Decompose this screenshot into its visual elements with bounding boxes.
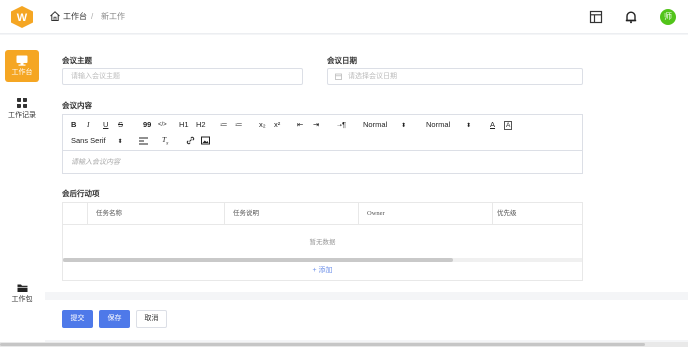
svg-text:W: W	[17, 12, 28, 24]
empty-state-text: 暂无数据	[309, 239, 336, 246]
bullet-list-button[interactable]: ≔	[235, 120, 243, 130]
clear-format-icon[interactable]: Tx	[162, 135, 168, 150]
align-icon[interactable]	[139, 137, 148, 145]
column-header-task-name: 任务名称	[87, 203, 224, 225]
background-color-button[interactable]: A	[504, 121, 513, 130]
underline-button[interactable]: U	[103, 120, 108, 130]
editor-toolbar: B I U S 99 </> H1 H2 ≔ ≔ x₂ x² ⇤ ⇥ ➝¶ No…	[63, 115, 582, 151]
calendar-icon	[335, 73, 342, 80]
editor-placeholder: 请输入会议内容	[71, 159, 120, 166]
header1-button[interactable]: H1	[179, 120, 189, 130]
outdent-button[interactable]: ⇤	[297, 120, 303, 130]
topic-label: 会议主题	[62, 56, 92, 65]
cancel-button[interactable]: 取消	[136, 310, 167, 328]
italic-button[interactable]: I	[87, 120, 90, 130]
subscript-button[interactable]: x₂	[259, 120, 266, 130]
link-icon[interactable]	[186, 136, 195, 145]
grid-icon	[17, 98, 27, 108]
column-header-task-desc: 任务说明	[224, 203, 358, 225]
sidebar-item-workbench[interactable]: 工作台	[5, 50, 39, 82]
top-bar: W 工作台 / 新工作 师	[0, 0, 688, 34]
table-scrollbar[interactable]	[63, 258, 582, 262]
column-header-priority: 优先级	[492, 203, 582, 225]
header-select[interactable]: Normal ⬍	[363, 120, 406, 131]
actions-label: 会后行动项	[62, 189, 100, 198]
add-row-button[interactable]: + 添加	[63, 265, 582, 275]
layout-icon[interactable]	[589, 10, 603, 24]
strike-button[interactable]: S	[118, 120, 123, 130]
code-block-button[interactable]: </>	[158, 120, 167, 130]
sidebar-item-label: 工作包	[11, 296, 33, 303]
form-footer: 提交 保存 取消	[45, 300, 688, 340]
page-scrollbar[interactable]	[0, 342, 688, 347]
scrollbar-thumb[interactable]	[0, 343, 645, 346]
home-icon[interactable]	[49, 10, 61, 22]
size-select[interactable]: Normal ⬍	[426, 120, 471, 131]
text-direction-button[interactable]: ➝¶	[337, 120, 346, 131]
avatar[interactable]: 师	[660, 9, 676, 25]
sidebar-item-work-package[interactable]: 工作包	[5, 278, 39, 310]
sidebar-item-work-log[interactable]: 工作记录	[4, 92, 40, 124]
breadcrumb-separator: /	[91, 12, 94, 21]
breadcrumb-current: 新工作	[101, 12, 125, 21]
date-picker[interactable]: 请选择会议日期	[327, 68, 583, 85]
date-placeholder: 请选择会议日期	[348, 73, 397, 80]
save-button[interactable]: 保存	[99, 310, 130, 328]
blockquote-button[interactable]: 99	[143, 120, 151, 130]
action-items-table: 任务名称 任务说明 Owner 优先级 暂无数据 + 添加	[62, 202, 583, 281]
scrollbar-thumb[interactable]	[63, 258, 453, 262]
ordered-list-button[interactable]: ≔	[220, 120, 228, 130]
font-select[interactable]: Sans Serif ⬍	[71, 136, 123, 147]
submit-button[interactable]: 提交	[62, 310, 93, 328]
breadcrumb-home[interactable]: 工作台	[63, 11, 87, 23]
column-header-owner: Owner	[358, 203, 492, 225]
content-label: 会议内容	[62, 101, 92, 110]
topic-input[interactable]: 请输入会议主题	[62, 68, 303, 85]
select-arrow-icon: ⬍	[401, 123, 407, 129]
form-panel: 会议主题 请输入会议主题 会议日期 请选择会议日期 会议内容 B I U S 9…	[45, 35, 688, 292]
superscript-button[interactable]: x²	[274, 120, 280, 130]
sidebar: 工作台 工作记录 工作包	[0, 35, 45, 347]
image-icon[interactable]	[201, 136, 210, 145]
app-logo-icon[interactable]: W	[9, 5, 35, 29]
bold-button[interactable]: B	[71, 120, 76, 130]
table-header: 任务名称 任务说明 Owner 优先级	[63, 203, 582, 225]
sidebar-item-label: 工作记录	[8, 112, 36, 119]
font-color-button[interactable]: A	[490, 120, 495, 130]
indent-button[interactable]: ⇥	[313, 120, 319, 130]
monitor-icon	[16, 55, 28, 66]
date-label: 会议日期	[327, 56, 357, 65]
select-arrow-icon: ⬍	[117, 139, 123, 145]
header2-button[interactable]: H2	[196, 120, 206, 130]
bell-icon[interactable]	[624, 10, 638, 24]
sidebar-item-label: 工作台	[11, 69, 33, 76]
select-arrow-icon: ⬍	[466, 123, 472, 129]
folder-icon	[17, 284, 27, 292]
rich-text-editor[interactable]: B I U S 99 </> H1 H2 ≔ ≔ x₂ x² ⇤ ⇥ ➝¶ No…	[62, 114, 583, 174]
